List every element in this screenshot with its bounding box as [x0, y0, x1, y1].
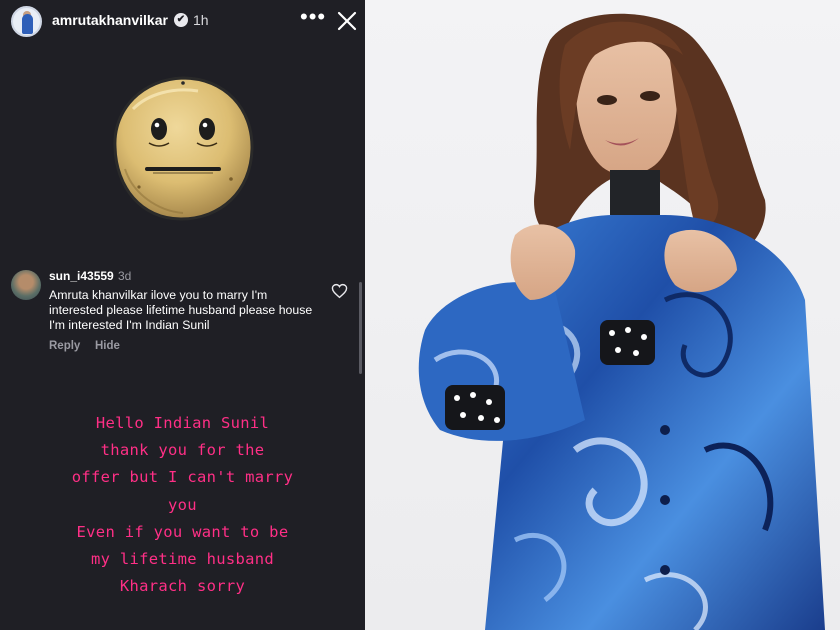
portrait-illustration: [418, 13, 825, 630]
portrait-photo: [365, 0, 840, 630]
story-username[interactable]: amrutakhanvilkar: [52, 12, 168, 28]
reply-line: Hello Indian Sunil: [95, 414, 270, 432]
profile-avatar[interactable]: [11, 6, 42, 37]
reply-line: offer but I can't marry: [71, 468, 294, 487]
comment-scrollbar[interactable]: [359, 282, 362, 374]
comment-text: Amruta khanvilkar ilove you to marry I'm…: [49, 288, 313, 332]
avatar-figure: [22, 14, 33, 34]
reply-line: you: [168, 495, 197, 514]
commenter-username[interactable]: sun_i43559: [49, 269, 114, 283]
verified-icon: ✔: [174, 13, 188, 27]
comment-item: sun_i43559 3d Amruta khanvilkar ilove yo…: [0, 262, 365, 362]
reply-line: my lifetime husband: [90, 550, 274, 569]
comment-time: 3d: [118, 269, 132, 283]
reply-button[interactable]: Reply: [49, 340, 80, 352]
heart-icon[interactable]: [331, 283, 348, 299]
reply-line: Even if you want to be: [76, 522, 289, 541]
commenter-avatar[interactable]: [11, 270, 41, 300]
story-header: amrutakhanvilkar ✔ 1h •••: [0, 0, 365, 42]
more-options-icon[interactable]: •••: [300, 6, 325, 30]
reply-line: thank you for the: [100, 441, 265, 460]
story-reply-text: Hello Indian Sunil thank you for the off…: [30, 410, 335, 600]
reply-line: Kharach sorry: [119, 577, 246, 596]
story-time: 1h: [193, 12, 209, 28]
close-icon[interactable]: [336, 10, 358, 32]
hide-button[interactable]: Hide: [95, 340, 120, 352]
story-panel: amrutakhanvilkar ✔ 1h ••• sun_i43559 3d …: [0, 0, 365, 630]
sticker-face: [113, 76, 254, 221]
